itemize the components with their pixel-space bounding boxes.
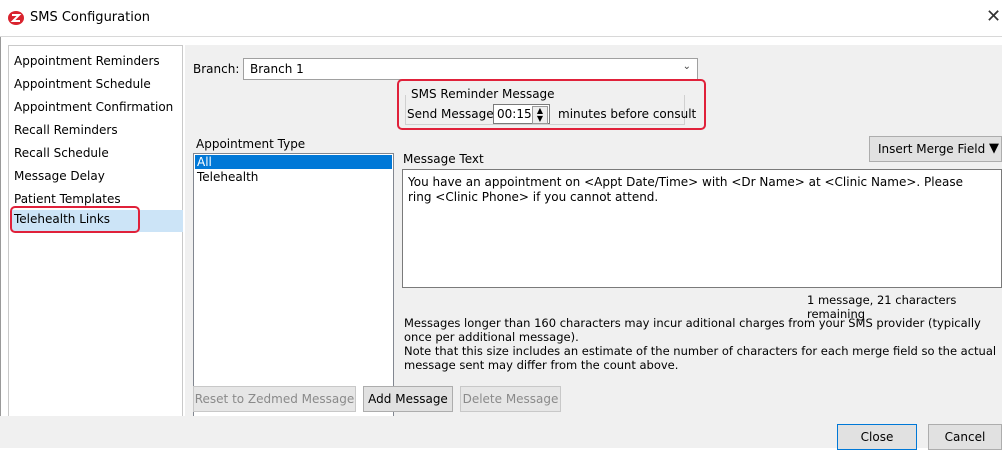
highlight-reminder-group (397, 79, 706, 130)
sidebar-item-appointment-schedule[interactable]: Appointment Schedule (14, 75, 182, 97)
insert-merge-field-label: Insert Merge Field (878, 142, 986, 156)
message-textarea[interactable]: You have an appointment on <Appt Date/Ti… (402, 169, 1002, 288)
highlight-telehealth-links (10, 206, 140, 233)
appointment-type-label: Appointment Type (196, 137, 306, 151)
window-title: SMS Configuration (30, 10, 151, 25)
dropdown-arrow-icon: ▼ (989, 141, 999, 156)
reset-to-zedmed-button[interactable]: Reset to Zedmed Message (193, 386, 356, 412)
sidebar-item-appointment-confirmation[interactable]: Appointment Confirmation (14, 98, 182, 120)
cancel-button[interactable]: Cancel (928, 424, 1002, 450)
branch-value: Branch 1 (250, 62, 304, 76)
message-text: You have an appointment on <Appt Date/Ti… (408, 175, 963, 204)
add-message-button[interactable]: Add Message (363, 386, 453, 412)
sidebar-item-recall-schedule[interactable]: Recall Schedule (14, 144, 182, 166)
list-item-all[interactable]: All (195, 155, 392, 169)
sidebar-item-appointment-reminders[interactable]: Appointment Reminders (14, 52, 182, 74)
sidebar-item-message-delay[interactable]: Message Delay (14, 167, 182, 189)
chevron-down-icon: ⌄ (682, 61, 691, 72)
branch-select[interactable]: Branch 1 ⌄ (243, 58, 698, 80)
insert-merge-field-button[interactable]: Insert Merge Field ▼ (869, 136, 1002, 162)
sms-charge-note: Messages longer than 160 characters may … (404, 316, 981, 344)
message-text-label: Message Text (403, 152, 484, 166)
title-bar (0, 0, 1002, 37)
sidebar-item-recall-reminders[interactable]: Recall Reminders (14, 121, 182, 143)
delete-message-button[interactable]: Delete Message (460, 386, 561, 412)
branch-label: Branch: (193, 62, 240, 76)
merge-field-note: Note that this size includes an estimate… (404, 344, 997, 372)
window-close-icon[interactable]: ✕ (986, 6, 1001, 27)
close-button[interactable]: Close (837, 424, 917, 450)
list-item-telehealth[interactable]: Telehealth (195, 170, 258, 184)
window-border (0, 37, 1, 448)
zedmed-logo-icon (8, 11, 24, 25)
